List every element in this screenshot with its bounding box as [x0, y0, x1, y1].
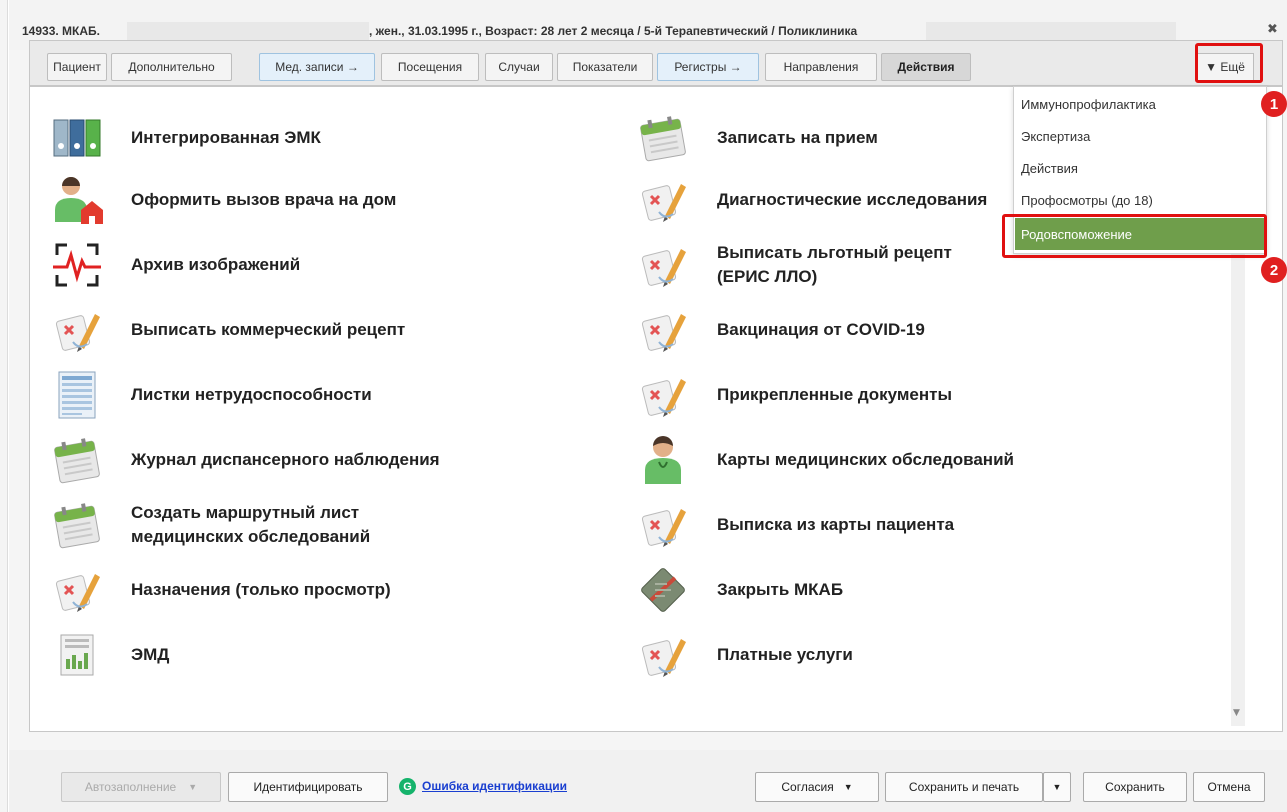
action-label: Выписать льготный рецепт (ЕРИС ЛЛО)	[717, 243, 952, 286]
redacted-clinic-name	[926, 22, 1176, 40]
save-print-chevron-down-icon[interactable]: ▼	[1043, 772, 1071, 802]
tab-visits[interactable]: Посещения	[381, 53, 479, 81]
chevron-down-icon: ▼	[188, 782, 198, 792]
title-patient-details: , жен., 31.03.1995 г., Возраст: 28 лет 2…	[369, 24, 858, 38]
action-doctor-home-call[interactable]: Оформить вызов врача на дом	[51, 170, 591, 230]
action-label: Журнал диспансерного наблюдения	[131, 450, 440, 469]
action-image-archive[interactable]: Архив изображений	[51, 235, 591, 295]
action-label: Оформить вызов врача на дом	[131, 190, 397, 209]
close-icon[interactable]: ✖	[1267, 22, 1278, 37]
action-label: Назначения (только просмотр)	[131, 580, 391, 599]
menu-item-actions[interactable]: Действия	[1015, 152, 1265, 184]
action-label: Карты медицинских обследований	[717, 450, 1014, 469]
action-label: Интегрированная ЭМК	[131, 128, 321, 147]
action-paid-services[interactable]: Платные услуги	[637, 625, 1197, 685]
action-label: Листки нетрудоспособности	[131, 385, 372, 404]
background-window-edge	[0, 0, 8, 812]
doctor-icon	[645, 436, 681, 484]
document-chart-icon	[60, 634, 94, 676]
action-diagnostic-studies[interactable]: Диагностические исследования	[637, 170, 1007, 230]
sheet-icon	[58, 371, 96, 419]
menu-item-checkups[interactable]: Профосмотры (до 18)	[1015, 184, 1265, 216]
cancel-button[interactable]: Отмена	[1193, 772, 1265, 802]
action-sick-leave[interactable]: Листки нетрудоспособности	[51, 365, 591, 425]
consents-label: Согласия	[781, 780, 834, 794]
action-label: Архив изображений	[131, 255, 301, 274]
tab-bar: Пациент Дополнительно Мед. записи → Посе…	[29, 40, 1283, 86]
title-mkab-number: 14933. МКАБ.	[22, 24, 100, 38]
action-emd[interactable]: ЭМД	[51, 625, 591, 685]
action-covid-vaccination[interactable]: Вакцинация от COVID-19	[637, 300, 1197, 360]
doctor-home-icon	[55, 177, 103, 224]
action-integrated-emk[interactable]: Интегрированная ЭМК	[51, 108, 591, 168]
binders-icon	[53, 119, 101, 157]
action-label: Записать на прием	[717, 128, 878, 147]
identification-error-link[interactable]: Ошибка идентификации	[422, 779, 567, 793]
scroll-down-arrow-icon[interactable]: ▼	[1233, 708, 1240, 718]
action-label: Закрыть МКАБ	[717, 580, 844, 599]
action-label: Выписка из карты пациента	[717, 515, 955, 534]
prescription-pen-icon	[55, 574, 100, 612]
autofill-button: Автозаполнение ▼	[61, 772, 221, 802]
prescription-pen-icon	[641, 509, 686, 547]
redacted-patient-name	[127, 22, 369, 40]
save-button[interactable]: Сохранить	[1083, 772, 1187, 802]
menu-item-expertise[interactable]: Экспертиза	[1015, 120, 1265, 152]
action-label: ЭМД	[131, 645, 170, 664]
action-dispensary-journal[interactable]: Журнал диспансерного наблюдения	[51, 430, 591, 490]
mkab-window: 14933. МКАБ. , жен., 31.03.1995 г., Возр…	[9, 0, 1287, 812]
autofill-label: Автозаполнение	[84, 780, 177, 794]
tab-actions[interactable]: Действия	[881, 53, 971, 81]
action-label: Вакцинация от COVID-19	[717, 320, 925, 339]
prescription-pen-icon	[641, 639, 686, 677]
prescription-pen-icon	[641, 314, 686, 352]
tab-cases[interactable]: Случаи	[485, 53, 553, 81]
tab-registers[interactable]: Регистры →	[657, 53, 759, 81]
annotation-highlight-more	[1195, 43, 1263, 83]
action-label: Платные услуги	[717, 645, 853, 664]
tab-med-records[interactable]: Мед. записи →	[259, 53, 375, 81]
tab-referrals[interactable]: Направления	[765, 53, 877, 81]
action-label: Выписать коммерческий рецепт	[131, 320, 406, 339]
closed-card-icon	[641, 568, 685, 612]
action-chart-extract[interactable]: Выписка из карты пациента	[637, 495, 1197, 555]
action-label: Прикрепленные документы	[717, 385, 952, 404]
grammarly-icon: G	[399, 778, 416, 795]
identify-button[interactable]: Идентифицировать	[228, 772, 388, 802]
calendar-icon	[54, 438, 100, 484]
prescription-pen-icon	[641, 379, 686, 417]
save-print-button[interactable]: Сохранить и печать	[885, 772, 1043, 802]
annotation-badge-2: 2	[1261, 257, 1287, 283]
annotation-badge-1: 1	[1261, 91, 1287, 117]
prescription-pen-icon	[641, 249, 686, 287]
tab-indicators[interactable]: Показатели	[557, 53, 653, 81]
calendar-icon	[54, 503, 100, 549]
prescription-pen-icon	[55, 314, 100, 352]
menu-item-immunoprophylaxis[interactable]: Иммунопрофилактика	[1015, 88, 1265, 120]
action-attached-documents[interactable]: Прикрепленные документы	[637, 365, 1197, 425]
annotation-highlight-obstetrics	[1002, 214, 1267, 258]
consents-button[interactable]: Согласия ▼	[755, 772, 879, 802]
tab-patient[interactable]: Пациент	[47, 53, 107, 81]
ecg-scan-icon	[53, 243, 101, 287]
prescription-pen-icon	[641, 184, 686, 222]
action-commercial-prescription[interactable]: Выписать коммерческий рецепт	[51, 300, 591, 360]
action-medical-exam-cards[interactable]: Карты медицинских обследований	[637, 430, 1197, 490]
tab-additional[interactable]: Дополнительно	[111, 53, 232, 81]
action-close-mkab[interactable]: Закрыть МКАБ	[637, 560, 1197, 620]
action-label: Диагностические исследования	[717, 190, 988, 209]
action-route-sheet[interactable]: Создать маршрутный лист медицинских обсл…	[51, 495, 591, 555]
action-prescriptions-view[interactable]: Назначения (только просмотр)	[51, 560, 591, 620]
calendar-icon	[640, 116, 686, 162]
action-label: Создать маршрутный лист медицинских обсл…	[131, 503, 371, 546]
chevron-down-icon: ▼	[843, 782, 853, 792]
